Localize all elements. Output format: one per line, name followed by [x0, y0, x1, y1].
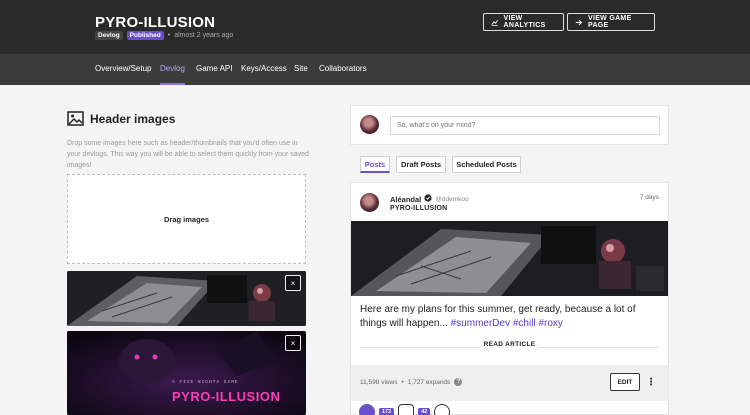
expands-count: 1,727 expands [407, 378, 451, 386]
hashtag-link[interactable]: #roxy [538, 318, 562, 329]
title-meta: Devlog Published • almost 2 years ago [95, 31, 233, 40]
verified-icon [424, 194, 432, 204]
analytics-icon [491, 19, 499, 26]
section-description: Drop some images here such as header/thu… [67, 140, 309, 169]
whats-on-your-mind-input[interactable] [390, 116, 660, 135]
post-text: Here are my plans for this summer, get r… [360, 303, 660, 331]
svg-text:A FIVE NIGHTS GAME: A FIVE NIGHTS GAME [172, 379, 239, 385]
view-game-page-label: VIEW GAME PAGE [588, 15, 632, 29]
avatar [360, 115, 379, 134]
tab-devlog[interactable]: Devlog [160, 54, 185, 85]
section-title: Header images [90, 111, 176, 126]
image-icon [67, 111, 84, 126]
tab-keys-access[interactable]: Keys/Access [241, 54, 287, 85]
hashtag-link[interactable]: #summerDev [451, 318, 510, 329]
meta-separator: • [167, 32, 171, 39]
tab-site[interactable]: Site [294, 54, 308, 85]
view-game-page-button[interactable]: VIEW GAME PAGE [567, 13, 655, 31]
image-dropzone[interactable]: Drag images [67, 174, 306, 264]
view-analytics-button[interactable]: VIEW ANALYTICS [483, 13, 564, 31]
post-game-name[interactable]: PYRO-ILLUSION [390, 205, 447, 212]
post-card: Aléandal @ddemkoo PYRO-ILLUSION 7 days H… [350, 182, 669, 415]
game-cover-image: A FIVE NIGHTS GAME PYRO-ILLUSION [67, 331, 306, 415]
remove-image-button[interactable]: × [285, 335, 301, 351]
sketch-desk-image [351, 221, 668, 296]
post-stats: 11,598 views • 1,727 expands ? [360, 378, 463, 386]
post-image[interactable] [351, 221, 668, 296]
view-analytics-label: VIEW ANALYTICS [503, 15, 546, 29]
dropzone-label: Drag images [163, 214, 210, 224]
nav-bar: Overview/Setup Devlog Game API Keys/Acce… [0, 54, 750, 85]
help-icon[interactable]: ? [454, 378, 463, 386]
remove-image-button[interactable]: × [285, 275, 301, 291]
post-composer [350, 105, 669, 145]
saved-image-thumbnail[interactable]: A FIVE NIGHTS GAME PYRO-ILLUSION × [67, 331, 306, 415]
hashtag-link[interactable]: #chill [513, 318, 536, 329]
author-handle[interactable]: @ddemkoo [435, 196, 468, 203]
tab-collaborators[interactable]: Collaborators [319, 54, 367, 85]
saved-image-thumbnail[interactable]: × [67, 271, 306, 326]
cover-title: PYRO-ILLUSION [172, 389, 280, 404]
author-name[interactable]: Aléandal [390, 195, 421, 204]
post-actions-row: 172 42 [359, 404, 451, 415]
devlog-badge: Devlog [95, 31, 123, 40]
like-count: 172 [379, 407, 395, 415]
top-header: PYRO-ILLUSION Devlog Published • almost … [0, 0, 750, 54]
tab-game-api[interactable]: Game API [196, 54, 232, 85]
edit-post-button[interactable]: EDIT [610, 373, 640, 391]
tab-posts[interactable]: Posts [360, 156, 390, 173]
tab-draft-posts[interactable]: Draft Posts [396, 156, 446, 173]
time-ago: almost 2 years ago [174, 32, 234, 39]
published-badge: Published [126, 31, 164, 40]
post-stats-bar: 11,598 views • 1,727 expands ? EDIT ⋮ [351, 365, 668, 401]
tab-overview-setup[interactable]: Overview/Setup [95, 54, 151, 85]
comment-count: 42 [418, 407, 431, 415]
game-title: PYRO-ILLUSION [95, 14, 216, 31]
author-row: Aléandal @ddemkoo [390, 194, 469, 204]
share-icon[interactable] [434, 404, 451, 415]
arrow-right-icon [575, 19, 583, 25]
like-icon[interactable] [359, 404, 375, 415]
header-images-heading: Header images [67, 111, 175, 126]
stats-separator: • [401, 378, 404, 386]
more-options-icon[interactable]: ⋮ [645, 373, 657, 391]
sketch-desk-image [67, 271, 306, 326]
comment-icon[interactable] [398, 404, 415, 415]
views-count: 11,598 views [360, 378, 398, 386]
post-timestamp: 7 days [639, 194, 659, 201]
tab-scheduled-posts[interactable]: Scheduled Posts [452, 156, 521, 173]
author-avatar[interactable] [360, 193, 379, 212]
read-article-link[interactable]: READ ARTICLE [351, 341, 668, 353]
